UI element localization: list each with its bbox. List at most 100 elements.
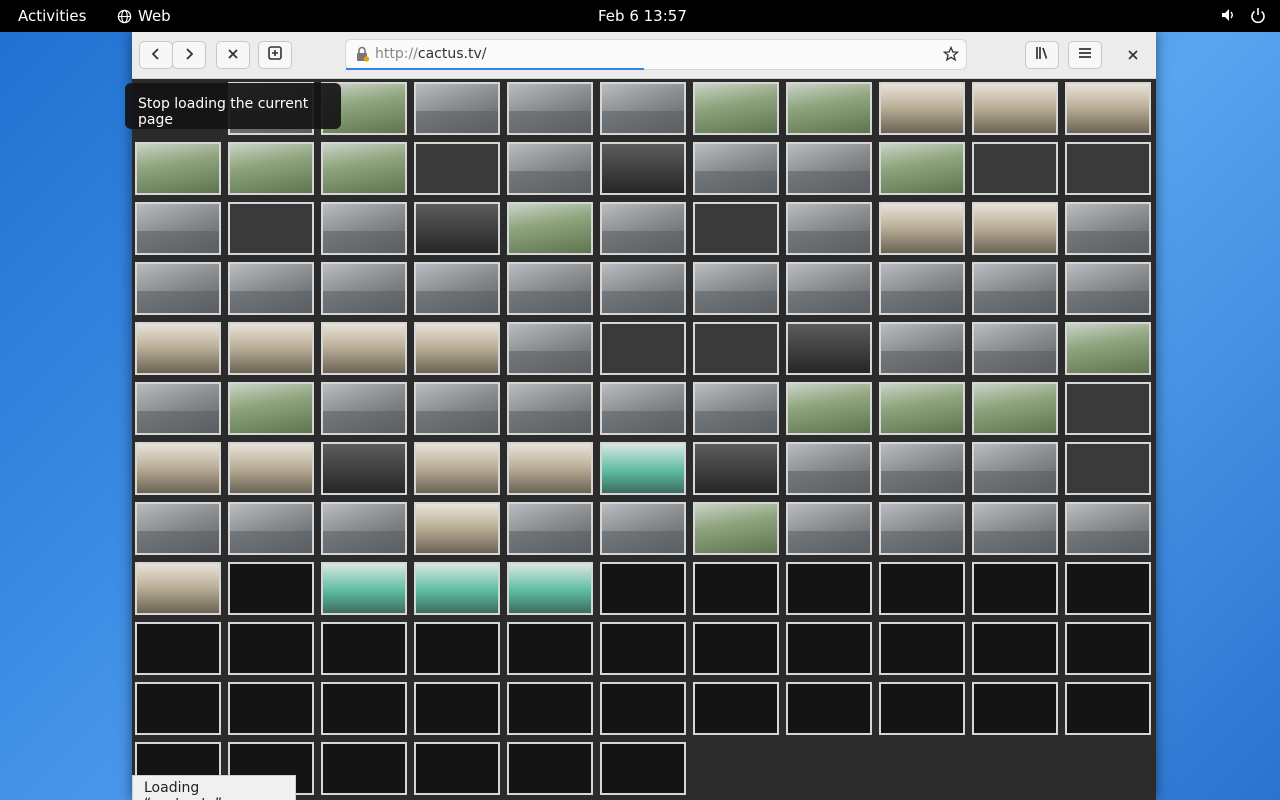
camera-tile[interactable] [135, 202, 221, 255]
camera-tile[interactable] [135, 262, 221, 315]
camera-tile[interactable] [786, 502, 872, 555]
camera-tile-empty[interactable] [507, 742, 593, 795]
camera-tile[interactable] [972, 442, 1058, 495]
camera-tile[interactable] [879, 142, 965, 195]
camera-tile[interactable] [600, 262, 686, 315]
camera-tile[interactable] [135, 382, 221, 435]
camera-tile[interactable] [786, 262, 872, 315]
camera-tile-empty[interactable] [600, 622, 686, 675]
camera-tile[interactable] [693, 502, 779, 555]
camera-tile-empty[interactable] [693, 682, 779, 735]
camera-tile[interactable] [786, 82, 872, 135]
camera-tile[interactable] [321, 262, 407, 315]
camera-tile-empty[interactable] [321, 742, 407, 795]
camera-tile-empty[interactable] [972, 562, 1058, 615]
back-button[interactable] [139, 41, 173, 69]
camera-tile[interactable] [135, 142, 221, 195]
forward-button[interactable] [172, 41, 206, 69]
camera-tile[interactable] [321, 202, 407, 255]
camera-tile[interactable] [135, 442, 221, 495]
camera-tile[interactable] [507, 82, 593, 135]
camera-tile[interactable] [693, 262, 779, 315]
window-close-button[interactable] [1116, 41, 1150, 69]
camera-tile[interactable] [600, 142, 686, 195]
camera-tile[interactable] [786, 382, 872, 435]
camera-tile[interactable] [1065, 322, 1151, 375]
camera-tile[interactable] [414, 82, 500, 135]
camera-tile[interactable] [600, 202, 686, 255]
camera-tile[interactable] [507, 202, 593, 255]
camera-tile[interactable] [693, 82, 779, 135]
camera-tile[interactable] [879, 82, 965, 135]
insecure-lock-icon[interactable] [355, 46, 370, 66]
camera-tile-empty[interactable] [1065, 142, 1151, 195]
main-menu-button[interactable] [1068, 41, 1102, 69]
camera-tile-empty[interactable] [600, 322, 686, 375]
app-menu[interactable]: Web [117, 7, 171, 25]
camera-tile[interactable] [507, 562, 593, 615]
camera-tile-empty[interactable] [414, 622, 500, 675]
camera-tile-empty[interactable] [972, 682, 1058, 735]
camera-tile[interactable] [972, 502, 1058, 555]
camera-tile-empty[interactable] [972, 622, 1058, 675]
camera-tile[interactable] [321, 322, 407, 375]
camera-tile[interactable] [228, 442, 314, 495]
camera-tile[interactable] [879, 322, 965, 375]
bookmark-star-icon[interactable] [942, 45, 960, 66]
camera-tile[interactable] [507, 322, 593, 375]
camera-tile[interactable] [600, 82, 686, 135]
camera-tile[interactable] [879, 442, 965, 495]
camera-tile-empty[interactable] [507, 682, 593, 735]
camera-tile[interactable] [693, 442, 779, 495]
camera-tile[interactable] [135, 562, 221, 615]
camera-tile[interactable] [1065, 202, 1151, 255]
clock[interactable]: Feb 6 13:57 [598, 7, 687, 25]
camera-tile-empty[interactable] [786, 622, 872, 675]
camera-tile[interactable] [972, 262, 1058, 315]
camera-tile[interactable] [1065, 262, 1151, 315]
camera-tile[interactable] [321, 562, 407, 615]
camera-tile[interactable] [786, 142, 872, 195]
camera-tile[interactable] [972, 382, 1058, 435]
camera-tile[interactable] [321, 502, 407, 555]
activities-button[interactable]: Activities [18, 7, 86, 25]
camera-tile[interactable] [228, 382, 314, 435]
camera-tile-empty[interactable] [228, 682, 314, 735]
camera-tile[interactable] [414, 202, 500, 255]
camera-tile-empty[interactable] [600, 742, 686, 795]
camera-tile[interactable] [321, 382, 407, 435]
camera-tile-empty[interactable] [507, 622, 593, 675]
camera-tile-empty[interactable] [228, 562, 314, 615]
camera-tile[interactable] [507, 442, 593, 495]
camera-tile[interactable] [321, 442, 407, 495]
camera-tile[interactable] [600, 442, 686, 495]
camera-tile-empty[interactable] [321, 622, 407, 675]
camera-tile[interactable] [786, 202, 872, 255]
camera-tile[interactable] [228, 262, 314, 315]
camera-tile[interactable] [228, 322, 314, 375]
camera-tile[interactable] [228, 502, 314, 555]
camera-tile-empty[interactable] [693, 562, 779, 615]
address-bar[interactable]: http://cactus.tv/ [345, 39, 967, 70]
camera-tile[interactable] [600, 382, 686, 435]
camera-tile-empty[interactable] [228, 622, 314, 675]
camera-tile[interactable] [414, 562, 500, 615]
camera-tile[interactable] [414, 442, 500, 495]
camera-tile-empty[interactable] [879, 682, 965, 735]
camera-tile-empty[interactable] [135, 682, 221, 735]
camera-tile-empty[interactable] [414, 142, 500, 195]
camera-tile-empty[interactable] [879, 622, 965, 675]
url-text[interactable]: http://cactus.tv/ [375, 46, 486, 62]
stop-button[interactable] [216, 41, 250, 69]
camera-tile[interactable] [972, 82, 1058, 135]
camera-tile-empty[interactable] [1065, 562, 1151, 615]
camera-tile[interactable] [972, 322, 1058, 375]
camera-tile[interactable] [135, 502, 221, 555]
camera-tile-empty[interactable] [786, 562, 872, 615]
new-tab-button[interactable] [258, 41, 292, 69]
camera-tile-empty[interactable] [228, 202, 314, 255]
camera-tile[interactable] [414, 382, 500, 435]
camera-tile-empty[interactable] [1065, 622, 1151, 675]
camera-tile-empty[interactable] [1065, 382, 1151, 435]
camera-tile-empty[interactable] [693, 322, 779, 375]
